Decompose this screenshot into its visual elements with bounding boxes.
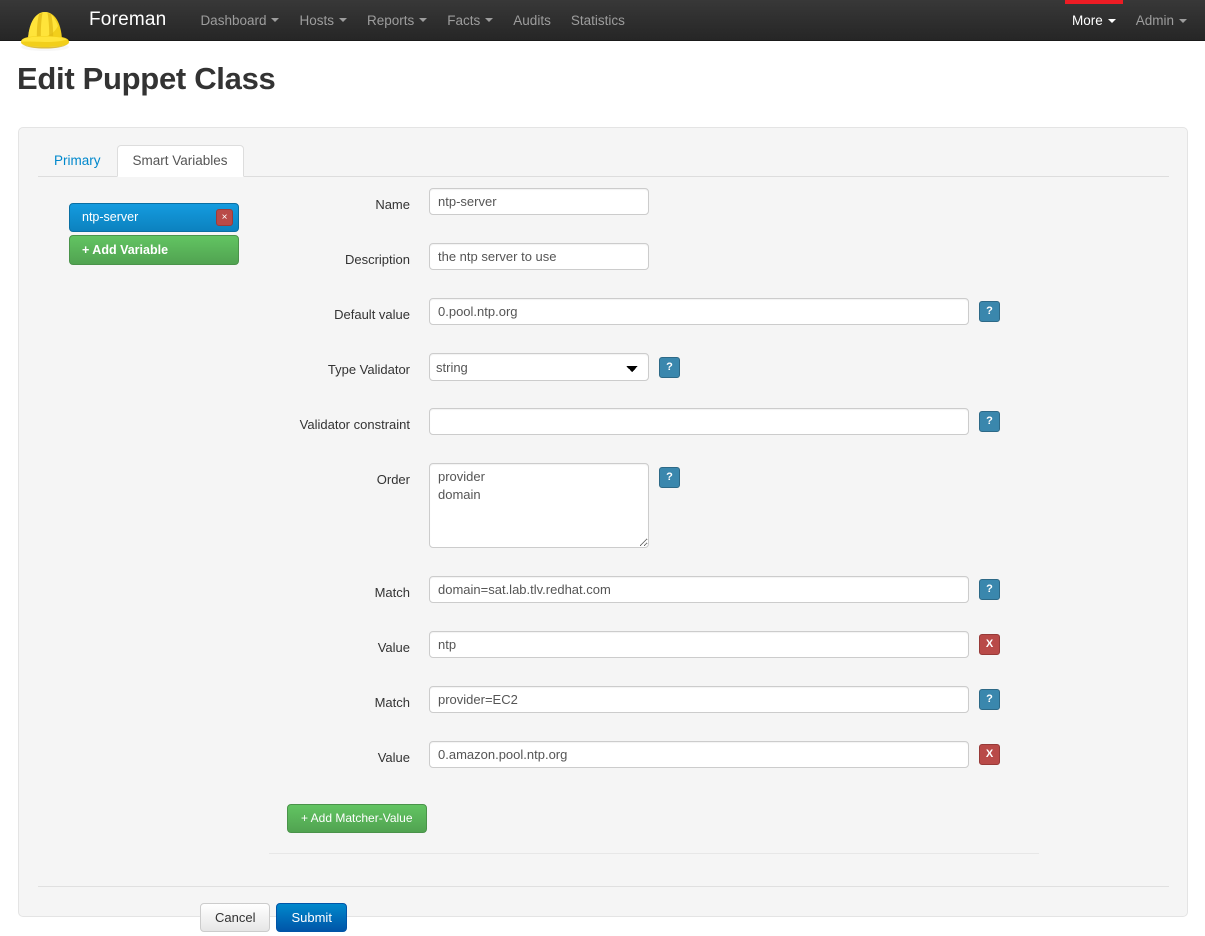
value-label-2: Value — [377, 750, 410, 765]
order-label: Order — [376, 472, 410, 487]
default-value-label: Default value — [334, 307, 410, 322]
form-row-description: Description — [19, 243, 1189, 298]
type-validator-label: Type Validator — [327, 362, 410, 377]
value-input-1[interactable] — [429, 631, 969, 658]
validator-constraint-label: Validator constraint — [299, 417, 410, 432]
match-help-icon-2[interactable]: ? — [979, 689, 1000, 710]
chevron-down-icon — [1107, 18, 1116, 23]
form-row-match-1: Match ? — [19, 576, 1189, 631]
secondary-nav: More Admin — [1062, 0, 1197, 41]
tab-smart-variables[interactable]: Smart Variables — [116, 145, 244, 177]
type-validator-help-icon[interactable]: ? — [659, 357, 680, 378]
primary-nav: Dashboard Hosts Reports Facts Audits Sta… — [190, 0, 634, 41]
form-actions: Cancel Submit — [200, 903, 347, 932]
remove-matcher-button-1[interactable]: X — [979, 634, 1000, 655]
nav-item-statistics[interactable]: Statistics — [561, 0, 635, 41]
validator-constraint-input[interactable] — [429, 408, 969, 435]
nav-item-reports[interactable]: Reports — [357, 0, 437, 41]
hardhat-logo-icon[interactable] — [17, 2, 73, 54]
match-label-1: Match — [374, 585, 410, 600]
default-value-help-icon[interactable]: ? — [979, 301, 1000, 322]
add-matcher-value-button[interactable]: + Add Matcher-Value — [287, 804, 427, 833]
form-row-name: Name — [19, 188, 1189, 243]
submit-button[interactable]: Submit — [276, 903, 347, 932]
chevron-down-icon — [419, 18, 428, 22]
remove-matcher-button-2[interactable]: X — [979, 744, 1000, 765]
chevron-down-icon — [485, 18, 494, 22]
validator-constraint-help-icon[interactable]: ? — [979, 411, 1000, 432]
nav-label: Reports — [367, 12, 415, 28]
content-panel: Primary Smart Variables ntp-server × + A… — [18, 127, 1189, 932]
nav-label: Audits — [513, 12, 551, 28]
form-row-value-1: Value X — [19, 631, 1189, 686]
default-value-input[interactable] — [429, 298, 969, 325]
tab-bar: Primary Smart Variables — [38, 145, 1169, 177]
nav-item-dashboard[interactable]: Dashboard — [190, 0, 289, 41]
type-validator-select[interactable]: string — [429, 353, 649, 381]
match-help-icon-1[interactable]: ? — [979, 579, 1000, 600]
chevron-down-icon — [1179, 18, 1187, 23]
cancel-button[interactable]: Cancel — [200, 903, 271, 932]
nav-item-admin[interactable]: Admin — [1126, 0, 1197, 41]
form-actions-divider — [38, 886, 1169, 887]
nav-item-facts[interactable]: Facts — [437, 0, 503, 41]
brand-name[interactable]: Foreman — [89, 9, 166, 31]
form-row-validator-constraint: Validator constraint ? — [19, 408, 1189, 463]
value-label-1: Value — [377, 640, 410, 655]
nav-label: Facts — [447, 12, 481, 28]
order-textarea[interactable]: provider domain — [429, 463, 649, 548]
nav-label: Dashboard — [200, 12, 267, 28]
tab-primary[interactable]: Primary — [38, 145, 117, 177]
matcher-section-divider — [269, 853, 1039, 854]
top-navbar: Foreman Dashboard Hosts Reports Facts Au… — [0, 0, 1205, 51]
name-input[interactable] — [429, 188, 649, 215]
match-label-2: Match — [374, 695, 410, 710]
nav-label: Statistics — [570, 12, 625, 28]
nav-label: More — [1071, 13, 1103, 28]
chevron-down-icon — [339, 18, 347, 22]
form-row-type-validator: Type Validator string ? — [19, 353, 1189, 408]
form-row-default-value: Default value ? — [19, 298, 1189, 353]
name-label: Name — [375, 197, 410, 212]
value-input-2[interactable] — [429, 741, 969, 768]
description-input[interactable] — [429, 243, 649, 270]
chevron-down-icon — [271, 18, 280, 22]
nav-label: Admin — [1135, 13, 1174, 28]
page-title: Edit Puppet Class — [17, 61, 276, 96]
match-input-1[interactable] — [429, 576, 969, 603]
description-label: Description — [344, 252, 410, 267]
form-row-value-2: Value X — [19, 741, 1189, 796]
nav-item-audits[interactable]: Audits — [503, 0, 561, 41]
nav-label: Hosts — [299, 12, 334, 28]
smart-variable-form: Name Description Default value ? Type Va… — [19, 188, 1189, 796]
form-row-match-2: Match ? — [19, 686, 1189, 741]
nav-item-hosts[interactable]: Hosts — [289, 0, 357, 41]
form-row-order: Order provider domain ? — [19, 463, 1189, 576]
order-help-icon[interactable]: ? — [659, 467, 680, 488]
nav-item-more[interactable]: More — [1062, 0, 1126, 41]
match-input-2[interactable] — [429, 686, 969, 713]
